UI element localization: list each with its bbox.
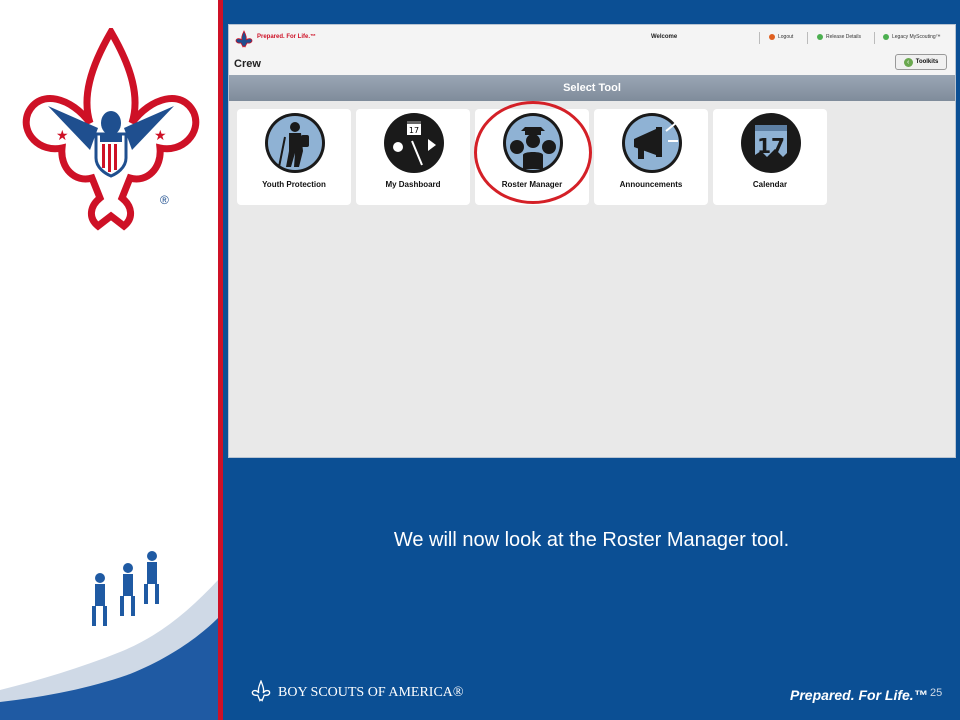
legacy-myscouting-label: Legacy MyScouting™ [892, 34, 941, 40]
calendar-icon: 17 [741, 113, 801, 173]
release-details-link[interactable]: Release Details [817, 34, 861, 40]
left-panel: ★ ★ ® [0, 0, 218, 720]
tool-label: Announcements [619, 180, 683, 189]
dashboard-icon: 17 [384, 113, 444, 173]
slide-number: 25 [930, 687, 943, 699]
toolkits-button[interactable]: ‹ Toolkits [895, 54, 947, 70]
welcome-text: Welcome [651, 34, 678, 40]
unit-name: Crew [234, 58, 261, 70]
app-screenshot: Prepared. For Life.™ Welcome Logout Rele… [228, 24, 956, 458]
hiker-icon [265, 113, 325, 173]
power-icon [769, 34, 775, 40]
legacy-myscouting-link[interactable]: Legacy MyScouting™ [883, 34, 941, 40]
chevron-left-icon: ‹ [903, 57, 913, 67]
check-icon [817, 34, 823, 40]
tool-label: Youth Protection [262, 180, 326, 189]
tool-label: My Dashboard [385, 180, 441, 189]
svg-text:®: ® [160, 193, 169, 207]
nav-separator [874, 32, 875, 44]
nav-separator [807, 32, 808, 44]
fleur-de-lis-icon [251, 680, 271, 702]
nav-separator [759, 32, 760, 44]
tool-calendar[interactable]: 17 Calendar [713, 109, 827, 205]
check-icon [883, 34, 889, 40]
bsa-footer-logo: BOY SCOUTS OF AMERICA® [250, 680, 464, 706]
logout-link[interactable]: Logout [769, 34, 793, 40]
tool-youth-protection[interactable]: Youth Protection [237, 109, 351, 205]
toolkits-label: Toolkits [915, 59, 939, 65]
megaphone-icon [622, 113, 682, 173]
tool-label: Calendar [752, 180, 788, 189]
bsa-fleur-de-lis-logo: ★ ★ ® [22, 28, 200, 231]
app-top-bar: Prepared. For Life.™ Welcome Logout Rele… [229, 25, 955, 53]
hikers-silhouette [0, 551, 218, 720]
svg-text:★: ★ [154, 127, 167, 143]
slide-caption: We will now look at the Roster Manager t… [393, 529, 790, 551]
select-tool-header: Select Tool [229, 75, 955, 101]
release-details-label: Release Details [826, 34, 862, 40]
dashboard-calendar-day: 17 [409, 126, 419, 135]
bsa-name: BOY SCOUTS OF AMERICA® [278, 685, 464, 700]
footer-tagline: Prepared. For Life.™ [790, 687, 928, 703]
logout-label: Logout [778, 34, 794, 40]
tool-my-dashboard[interactable]: 17 My Dashboard [356, 109, 470, 205]
svg-text:★: ★ [56, 127, 69, 143]
unit-bar: Crew ‹ Toolkits [229, 53, 955, 75]
roster-manager-highlight [474, 101, 592, 204]
app-brand-tagline: Prepared. For Life.™ [257, 34, 317, 40]
tool-announcements[interactable]: Announcements [594, 109, 708, 205]
bsa-small-logo-icon [235, 30, 253, 48]
